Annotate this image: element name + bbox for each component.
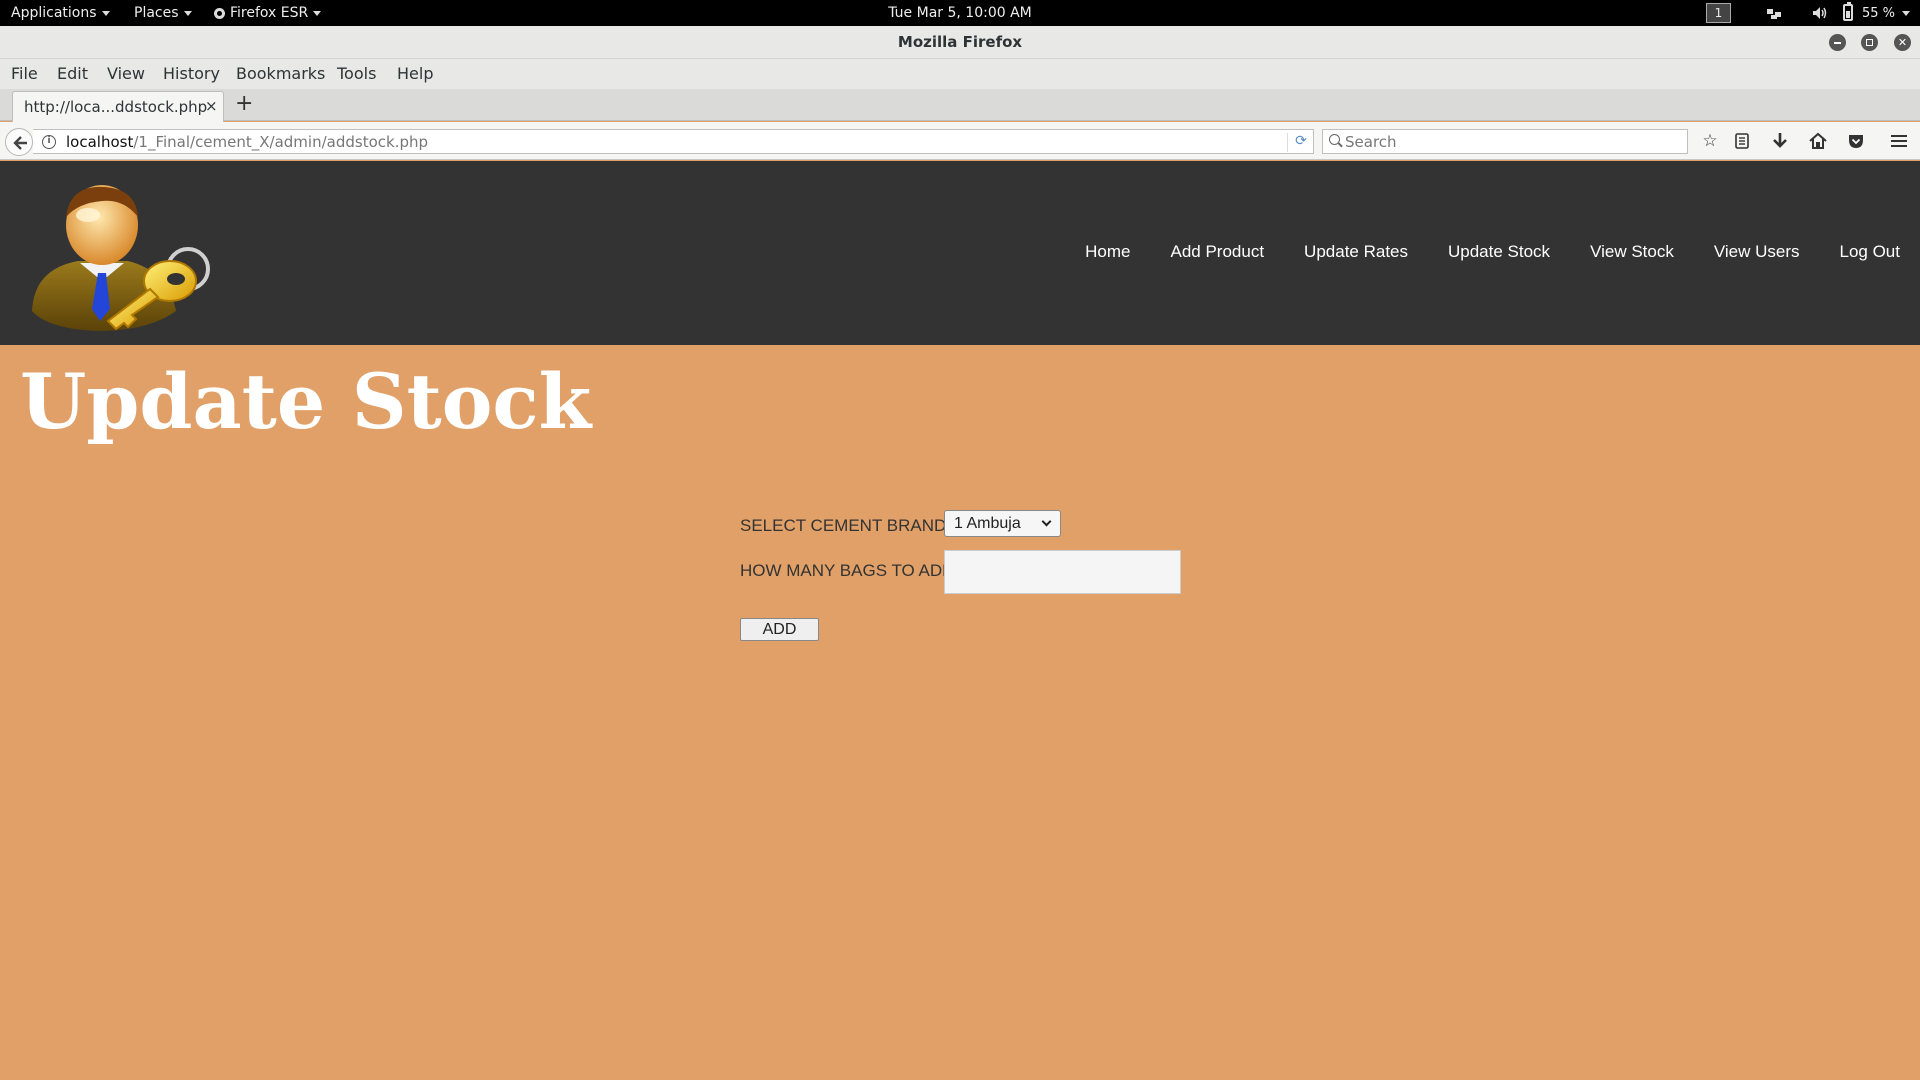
chevron-down-icon xyxy=(1041,516,1052,527)
applications-menu[interactable]: Applications xyxy=(11,5,110,21)
maximize-button[interactable] xyxy=(1861,34,1878,51)
menu-tools[interactable]: Tools xyxy=(337,64,376,83)
reload-icon[interactable]: ⟳ xyxy=(1287,133,1314,152)
add-button[interactable]: ADD xyxy=(740,618,819,641)
bookmark-star-icon[interactable]: ☆ xyxy=(1699,131,1721,151)
reading-list-icon[interactable] xyxy=(1731,131,1753,151)
menu-help[interactable]: Help xyxy=(397,64,433,83)
battery-percent: 55 % xyxy=(1862,5,1896,21)
menu-edit[interactable]: Edit xyxy=(57,64,88,83)
site-navigation: Home Add Product Update Rates Update Sto… xyxy=(1085,242,1900,262)
chevron-down-icon xyxy=(313,10,322,16)
tab-addstock[interactable]: http://loca...ddstock.php × xyxy=(12,91,224,122)
download-icon[interactable] xyxy=(1769,131,1791,151)
battery-icon[interactable] xyxy=(1843,2,1853,21)
system-top-bar: Applications Places Firefox ESR Tue Mar … xyxy=(0,0,1920,26)
minimize-button[interactable] xyxy=(1829,34,1846,51)
nav-add-product[interactable]: Add Product xyxy=(1170,242,1264,262)
nav-view-stock[interactable]: View Stock xyxy=(1590,242,1674,262)
window-titlebar: Mozilla Firefox ✕ xyxy=(0,26,1920,59)
clock[interactable]: Tue Mar 5, 10:00 AM xyxy=(888,5,1032,21)
search-input[interactable] xyxy=(1345,132,1675,151)
chevron-down-icon xyxy=(101,10,110,16)
workspace-indicator[interactable]: 1 xyxy=(1706,3,1731,23)
search-bar[interactable] xyxy=(1322,129,1688,154)
admin-key-logo[interactable] xyxy=(28,181,218,333)
search-icon xyxy=(1329,134,1340,145)
brand-selected-value: 1 Ambuja xyxy=(954,515,1021,532)
url-bar[interactable]: i localhost/1_Final/cement_X/admin/addst… xyxy=(33,129,1314,154)
places-menu[interactable]: Places xyxy=(134,5,192,21)
cement-brand-select[interactable]: 1 Ambuja xyxy=(944,510,1061,537)
nav-view-users[interactable]: View Users xyxy=(1714,242,1800,262)
tab-strip: http://loca...ddstock.php × + xyxy=(0,89,1920,122)
applications-label: Applications xyxy=(11,5,97,21)
bags-quantity-input[interactable] xyxy=(944,550,1181,594)
url-path: /1_Final/cement_X/admin/addstock.php xyxy=(133,133,429,151)
url-text: localhost/1_Final/cement_X/admin/addstoc… xyxy=(66,133,428,151)
nav-update-rates[interactable]: Update Rates xyxy=(1304,242,1408,262)
chevron-down-icon[interactable] xyxy=(1902,11,1910,16)
active-app-label: Firefox ESR xyxy=(230,5,309,21)
pocket-icon[interactable] xyxy=(1845,131,1867,151)
url-host: localhost xyxy=(66,133,134,151)
hamburger-menu-icon[interactable] xyxy=(1888,131,1910,151)
active-app-menu[interactable]: Firefox ESR xyxy=(214,5,322,21)
arrow-left-icon xyxy=(13,136,27,150)
volume-icon[interactable] xyxy=(1812,6,1828,20)
navigation-toolbar: i localhost/1_Final/cement_X/admin/addst… xyxy=(0,122,1920,160)
site-header: Home Add Product Update Rates Update Sto… xyxy=(0,161,1920,345)
close-window-button[interactable]: ✕ xyxy=(1894,34,1911,51)
firefox-icon xyxy=(214,7,225,19)
chevron-down-icon xyxy=(183,10,192,16)
nav-update-stock[interactable]: Update Stock xyxy=(1448,242,1550,262)
nav-home[interactable]: Home xyxy=(1085,242,1130,262)
menu-bar: File Edit View History Bookmarks Tools H… xyxy=(0,59,1920,89)
menu-view[interactable]: View xyxy=(107,64,145,83)
back-button[interactable] xyxy=(5,128,33,156)
new-tab-button[interactable]: + xyxy=(235,91,253,116)
site-info-icon[interactable]: i xyxy=(42,135,56,149)
nav-log-out[interactable]: Log Out xyxy=(1840,242,1901,262)
home-icon[interactable] xyxy=(1807,131,1829,151)
tab-title: http://loca...ddstock.php xyxy=(24,98,208,116)
close-tab-icon[interactable]: × xyxy=(205,97,218,115)
battery-level xyxy=(1846,11,1850,18)
network-icon[interactable] xyxy=(1766,6,1782,20)
bags-label: HOW MANY BAGS TO ADD xyxy=(740,561,955,580)
menu-file[interactable]: File xyxy=(11,64,38,83)
page-title: Update Stock xyxy=(20,357,592,446)
places-label: Places xyxy=(134,5,179,21)
window-title: Mozilla Firefox xyxy=(897,33,1023,51)
menu-history[interactable]: History xyxy=(163,64,220,83)
brand-label: SELECT CEMENT BRAND xyxy=(740,516,947,535)
menu-bookmarks[interactable]: Bookmarks xyxy=(236,64,325,83)
